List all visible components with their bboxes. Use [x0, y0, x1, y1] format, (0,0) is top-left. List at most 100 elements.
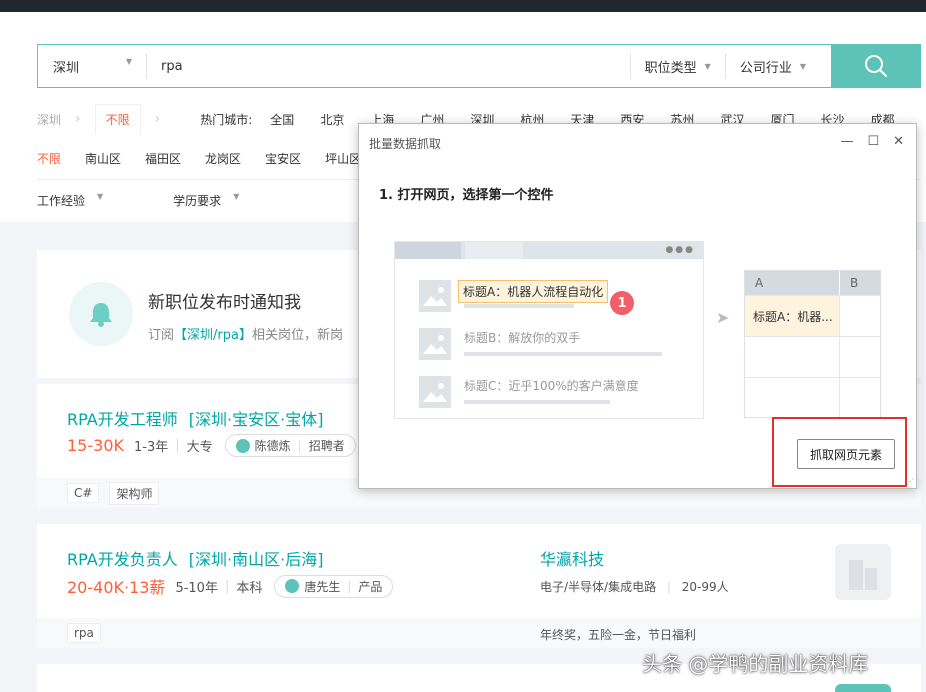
notify-keyword: 【深圳/rpa】 [174, 328, 252, 343]
image-icon [419, 280, 451, 312]
district-item[interactable]: 不限 [37, 150, 61, 167]
minimize-icon[interactable]: — [840, 134, 853, 149]
chevron-down-icon: ▼ [97, 192, 104, 201]
job-type-selector[interactable]: 职位类型 ▼ [631, 57, 725, 76]
job-tags: rpa 年终奖，五险一金，节日福利 [37, 618, 921, 648]
job-tag: rpa [67, 623, 101, 643]
city-link[interactable]: 北京 [320, 111, 344, 128]
text-line [464, 400, 610, 404]
notify-subtitle: 订阅【深圳/rpa】相关岗位，新岗 [148, 324, 343, 343]
job-name: RPA开发工程师 [67, 410, 178, 429]
city-selector[interactable]: 深圳 ▼ [38, 57, 146, 76]
company-name[interactable]: 华瀛科技 [540, 546, 604, 570]
notify-sub-suffix: 相关岗位，新岗 [251, 328, 343, 343]
grab-element-button[interactable]: 抓取网页元素 [797, 439, 895, 469]
text-line [464, 352, 662, 356]
image-icon [419, 376, 451, 408]
search-button[interactable] [831, 44, 921, 88]
maximize-icon[interactable]: ☐ [867, 134, 879, 149]
spreadsheet-illustration: A B 标题A：机器... [744, 270, 881, 418]
highlighted-item: 标题A：机器人流程自动化 [458, 280, 609, 303]
district-row: 不限 南山区 福田区 龙岗区 宝安区 坪山区 [37, 150, 385, 167]
current-city[interactable]: 深圳 [37, 111, 61, 128]
list-item-title: 标题C：近乎100%的客户满意度 [464, 379, 639, 393]
hot-cities-label: 热门城市: [200, 112, 253, 127]
job-type-label: 职位类型 [644, 60, 697, 76]
company-benefits: 年终奖，五险一金，节日福利 [540, 628, 697, 642]
experience-filter[interactable]: 工作经验 ▼ [37, 192, 103, 209]
step-badge: 1 [610, 291, 634, 315]
list-item: 标题B：解放你的双手 [419, 328, 699, 364]
divider: | [666, 580, 671, 594]
column-b: B [850, 276, 859, 290]
search-box: 深圳 ▼ rpa 职位类型 ▼ 公司行业 ▼ [37, 44, 921, 88]
recruiter-role: 招聘者 [308, 439, 345, 453]
search-input[interactable]: rpa [147, 59, 630, 74]
building-icon [849, 560, 877, 590]
filter-label: 工作经验 [37, 194, 86, 208]
recruiter-role: 产品 [358, 579, 383, 594]
district-item[interactable]: 坪山区 [325, 150, 361, 167]
job-education: 本科 [236, 580, 263, 596]
company-logo[interactable] [835, 544, 891, 600]
city-link[interactable]: 全国 [270, 111, 294, 128]
company-logo [835, 684, 891, 692]
browser-tab [465, 242, 523, 259]
chevron-right-icon: › [154, 111, 161, 127]
company-size: 20-99人 [681, 580, 729, 594]
district-item[interactable]: 福田区 [145, 150, 181, 167]
top-bar [0, 0, 926, 12]
job-title[interactable]: RPA开发工程师 [深圳·宝安区·宝体] [67, 406, 323, 430]
job-education: 大专 [186, 440, 213, 455]
chevron-down-icon: ▼ [233, 192, 240, 201]
job-card[interactable]: RPA开发负责人 [深圳·南山区·后海] 20-40K·13薪 5-10年 | … [37, 524, 921, 648]
district-item[interactable]: 龙岗区 [205, 150, 241, 167]
divider: | [347, 579, 352, 593]
window-controls: — ☐ ✕ [840, 134, 904, 149]
text-line [464, 304, 574, 308]
step-instruction: 1. 打开网页，选择第一个控件 [379, 188, 554, 203]
filter-label: 学历要求 [173, 194, 222, 208]
divider: | [297, 438, 302, 453]
job-title[interactable]: RPA开发负责人 [深圳·南山区·后海] [67, 546, 323, 570]
sheet-header: A B [745, 271, 880, 295]
notify-title: 新职位发布时通知我 [148, 293, 301, 313]
column-a: A [745, 271, 840, 295]
chevron-down-icon: ▼ [125, 56, 132, 66]
job-name: RPA开发负责人 [67, 550, 178, 569]
job-salary: 20-40K·13薪 [67, 578, 166, 597]
job-tag: 架构师 [109, 481, 160, 505]
district-item[interactable]: 南山区 [85, 150, 121, 167]
close-icon[interactable]: ✕ [893, 134, 904, 149]
more-icon: ●●● [665, 245, 695, 255]
education-filter[interactable]: 学历要求 ▼ [173, 192, 239, 209]
job-info: 20-40K·13薪 5-10年 | 本科 唐先生 | 产品 [67, 574, 394, 598]
industry-selector[interactable]: 公司行业 ▼ [726, 57, 820, 76]
company-info: 电子/半导体/集成电路 | 20-99人 [540, 578, 729, 595]
list-item-title: 标题B：解放你的双手 [464, 331, 581, 345]
sheet-cell: 标题A：机器... [745, 296, 840, 336]
dialog-title: 批量数据抓取 [369, 137, 442, 151]
filter-row: 工作经验 ▼ 学历要求 ▼ [37, 192, 309, 209]
watermark: 头条 @学鸭的副业资料库 [642, 652, 869, 676]
recruiter-name: 唐先生 [304, 579, 341, 594]
recruiter-chat-button[interactable]: 陈德炼 | 招聘者 [224, 434, 356, 457]
bell-icon [69, 282, 133, 346]
recruiter-chat-button[interactable]: 唐先生 | 产品 [274, 574, 394, 598]
list-item: 标题C：近乎100%的客户满意度 [419, 376, 699, 412]
district-item[interactable]: 宝安区 [265, 150, 301, 167]
recruiter-name: 陈德炼 [254, 439, 291, 453]
chevron-down-icon: ▼ [799, 61, 806, 71]
sheet-cell [745, 378, 840, 418]
resize-handle-icon[interactable]: ⋰ [906, 477, 914, 486]
city-unlimited[interactable]: 不限 [94, 104, 141, 134]
company-industry: 电子/半导体/集成电路 [540, 580, 657, 594]
batch-scrape-dialog: 批量数据抓取 — ☐ ✕ 1. 打开网页，选择第一个控件 ●●● 标题B：解放你… [358, 123, 917, 489]
divider: | [175, 438, 180, 453]
chevron-right-icon: › [75, 111, 81, 127]
image-icon [419, 328, 451, 360]
industry-label: 公司行业 [739, 60, 792, 76]
job-tag: C# [67, 483, 100, 503]
job-salary: 15-30K [67, 436, 124, 455]
chat-icon [285, 579, 300, 593]
